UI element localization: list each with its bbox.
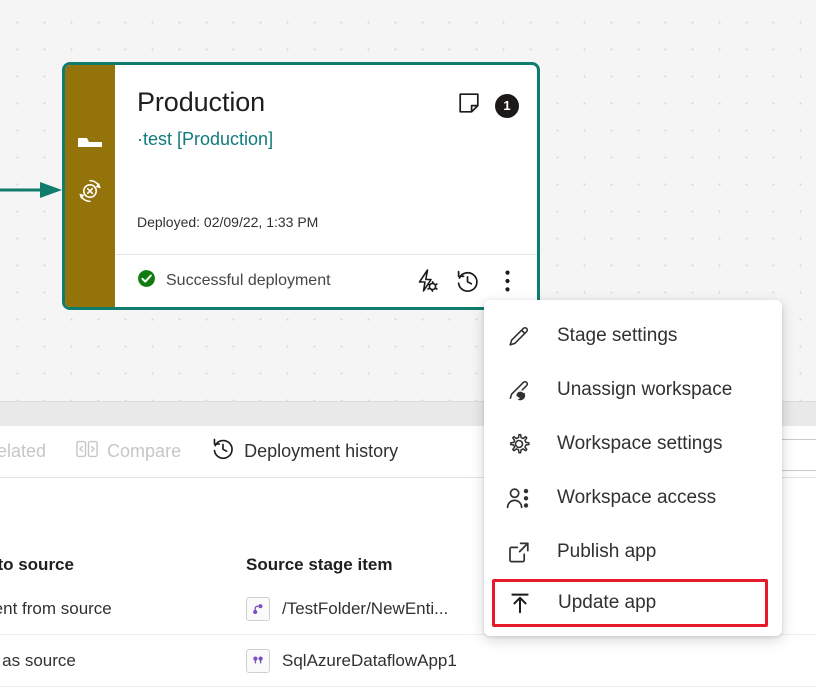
- cell-source-stage-item-label: SqlAzureDataflowApp1: [282, 650, 457, 670]
- menu-item-workspace-settings[interactable]: Workspace settings: [484, 417, 782, 471]
- cell-compare-status: rent from source: [0, 598, 112, 618]
- stage-card-main: Production 1 ·test [Production] Deployed…: [115, 65, 537, 254]
- stage-flag-icon: [65, 135, 115, 153]
- menu-item-unassign-workspace[interactable]: Unassign workspace: [484, 363, 782, 417]
- menu-item-stage-settings[interactable]: Stage settings: [484, 309, 782, 363]
- menu-item-label: Workspace settings: [557, 433, 723, 454]
- cell-source-stage-item-label: /TestFolder/NewEnti...: [282, 598, 449, 618]
- workspace-link[interactable]: ·test [Production]: [137, 127, 519, 151]
- toolbar-item-label: related: [0, 441, 47, 461]
- stage-context-menu: Stage settings Unassign workspace Worksp…: [484, 300, 782, 636]
- dataflow-icon: [246, 596, 270, 621]
- cell-source-stage-item: SqlAzureDataflowApp1: [246, 648, 646, 673]
- toolbar-item-label: Compare: [107, 441, 182, 461]
- upload-arrow-icon: [507, 591, 533, 615]
- menu-item-label: Update app: [558, 592, 657, 613]
- menu-item-label: Unassign workspace: [557, 379, 733, 400]
- stage-card-body: Production 1 ·test [Production] Deployed…: [115, 65, 537, 307]
- page-title: Production: [137, 87, 266, 117]
- stage-card-footer: Successful deployment: [115, 254, 537, 307]
- deployment-blocked-icon: [65, 178, 115, 204]
- deployment-rules-icon[interactable]: [407, 261, 447, 301]
- menu-item-label: Stage settings: [557, 325, 678, 346]
- stage-card-title-icons: 1: [457, 85, 519, 120]
- gear-icon: [506, 432, 532, 456]
- menu-item-label: Publish app: [557, 541, 657, 562]
- cell-compare-status: e as source: [0, 650, 76, 670]
- dataflow-icon: [246, 648, 270, 673]
- menu-item-publish-app[interactable]: Publish app: [484, 525, 782, 579]
- people-icon: [506, 486, 532, 510]
- menu-item-update-app[interactable]: Update app: [492, 579, 768, 627]
- unassign-workspace-icon: [506, 378, 532, 402]
- deployment-history-icon[interactable]: [447, 261, 487, 301]
- more-options-icon[interactable]: [487, 261, 527, 301]
- sticky-note-icon[interactable]: [457, 91, 481, 120]
- toolbar-item-compare[interactable]: Compare: [76, 426, 181, 477]
- pencil-icon: [506, 324, 532, 348]
- column-header-compared-to-source[interactable]: l to source: [0, 555, 246, 575]
- history-clock-icon: [211, 437, 235, 466]
- menu-item-workspace-access[interactable]: Workspace access: [484, 471, 782, 525]
- stage-card-rail: [65, 65, 115, 307]
- deployed-timestamp: Deployed: 02/09/22, 1:33 PM: [137, 214, 319, 230]
- table-row[interactable]: e as source SqlAzureDataflowApp1: [0, 635, 816, 687]
- toolbar-item-deployment-history[interactable]: Deployment history: [211, 426, 398, 477]
- status-badge[interactable]: 1: [495, 93, 519, 118]
- toolbar-item-label: Deployment history: [244, 441, 399, 461]
- stage-card-production[interactable]: Production 1 ·test [Production] Deployed…: [62, 62, 540, 310]
- pipeline-connector-arrow: [0, 182, 62, 198]
- toolbar-item-related[interactable]: related: [0, 426, 46, 477]
- compare-icon: [76, 439, 98, 464]
- external-link-icon: [506, 540, 532, 564]
- success-check-icon: [137, 269, 156, 293]
- deployment-status-text: Successful deployment: [166, 272, 331, 289]
- menu-item-label: Workspace access: [557, 487, 717, 508]
- stage-card-title-row: Production 1: [137, 85, 519, 120]
- deployment-status: Successful deployment: [137, 269, 407, 293]
